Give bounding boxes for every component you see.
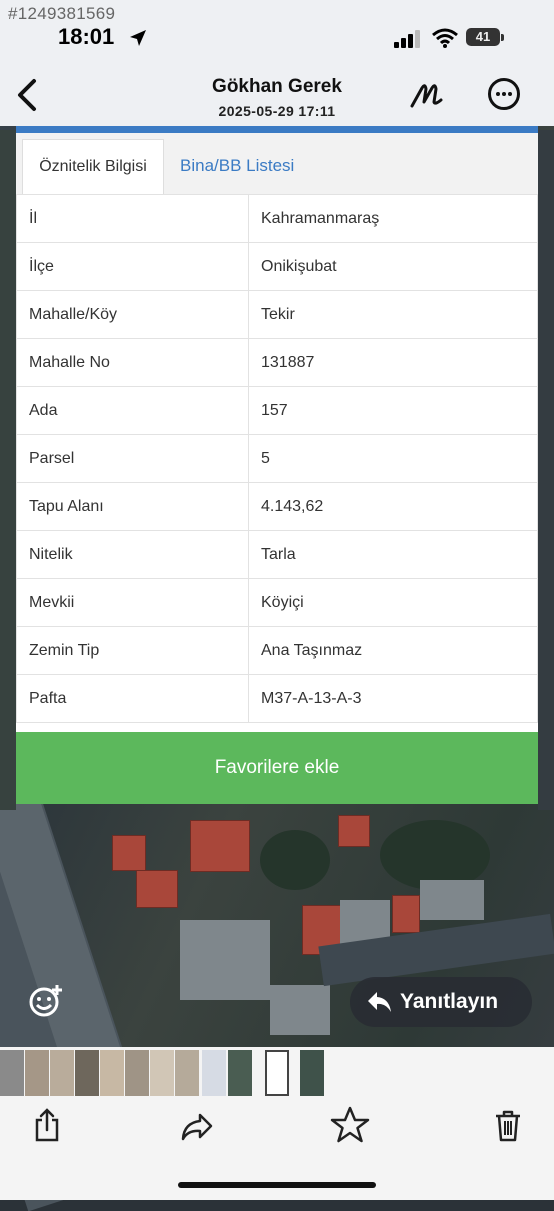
trash-icon[interactable] (494, 1110, 522, 1142)
map-building (136, 870, 178, 908)
battery-indicator: 41 (466, 28, 500, 46)
attribute-value: 157 (248, 386, 538, 435)
panel-top-border (16, 126, 538, 133)
table-row: İl Kahramanmaraş (16, 194, 538, 243)
map-building (392, 895, 420, 933)
table-row: Tapu Alanı 4.143,62 (16, 482, 538, 531)
attribute-key: Ada (16, 386, 249, 435)
tab-building-list[interactable]: Bina/BB Listesi (180, 139, 294, 193)
table-row: Mahalle No 131887 (16, 338, 538, 387)
media-thumbnail[interactable] (125, 1050, 149, 1096)
media-thumbnail-selected[interactable] (265, 1050, 289, 1096)
table-row: Mahalle/Köy Tekir (16, 290, 538, 339)
media-thumbnail[interactable] (75, 1050, 99, 1096)
share-icon[interactable] (33, 1108, 61, 1142)
attribute-value: 131887 (248, 338, 538, 387)
media-thumbnail[interactable] (175, 1050, 199, 1096)
sender-name: Gökhan Gerek (212, 76, 342, 97)
attribute-key: İl (16, 194, 249, 243)
table-row: Pafta M37-A-13-A-3 (16, 674, 538, 723)
more-options-icon[interactable] (488, 78, 520, 110)
map-edge-left (0, 130, 16, 810)
map-edge-right (538, 130, 554, 810)
markup-pen-icon[interactable] (408, 80, 444, 110)
map-building (190, 820, 250, 872)
attribute-value: Kahramanmaraş (248, 194, 538, 243)
location-arrow-icon (130, 30, 146, 46)
attribute-value: 5 (248, 434, 538, 483)
table-row: Mevkii Köyiçi (16, 578, 538, 627)
add-to-favorites-button[interactable]: Favorilere ekle (16, 732, 538, 804)
map-building (338, 815, 370, 847)
media-thumbnail[interactable] (0, 1050, 24, 1096)
map-building (180, 920, 270, 1000)
star-icon[interactable] (330, 1106, 370, 1144)
listing-watermark: #1249381569 (8, 4, 116, 23)
media-thumbnail[interactable] (25, 1050, 49, 1096)
reply-button-label: Yanıtlayın (400, 990, 499, 1013)
media-thumbnail[interactable] (100, 1050, 124, 1096)
status-time: 18:01 (58, 24, 115, 49)
attribute-value: Tarla (248, 530, 538, 579)
attribute-value: Tekir (248, 290, 538, 339)
attribute-value: Ana Taşınmaz (248, 626, 538, 675)
table-row: Zemin Tip Ana Taşınmaz (16, 626, 538, 675)
reply-arrow-icon (368, 992, 391, 1012)
cellular-signal-icon (394, 30, 420, 48)
table-row: Parsel 5 (16, 434, 538, 483)
map-building (420, 880, 484, 920)
attribute-key: Parsel (16, 434, 249, 483)
media-thumbnail-strip (0, 1047, 554, 1099)
attribute-value: Köyiçi (248, 578, 538, 627)
media-thumbnail[interactable] (150, 1050, 174, 1096)
attribute-key: Tapu Alanı (16, 482, 249, 531)
media-thumbnail[interactable] (300, 1050, 324, 1096)
attribute-value: Onikişubat (248, 242, 538, 291)
map-tree (260, 830, 330, 890)
media-thumbnail[interactable] (228, 1050, 252, 1096)
table-row: Nitelik Tarla (16, 530, 538, 579)
home-indicator (178, 1182, 376, 1188)
attribute-key: Zemin Tip (16, 626, 249, 675)
table-row: Ada 157 (16, 386, 538, 435)
message-timestamp: 2025-05-29 17:11 (218, 103, 336, 119)
forward-icon[interactable] (180, 1112, 214, 1142)
media-thumbnail[interactable] (202, 1050, 226, 1096)
attribute-key: İlçe (16, 242, 249, 291)
add-reaction-icon[interactable] (28, 983, 64, 1019)
table-row: İlçe Onikişubat (16, 242, 538, 291)
attribute-value: 4.143,62 (248, 482, 538, 531)
attribute-key: Mevkii (16, 578, 249, 627)
battery-nub (501, 34, 504, 41)
attribute-key: Mahalle No (16, 338, 249, 387)
attribute-key: Nitelik (16, 530, 249, 579)
attribute-value: M37-A-13-A-3 (248, 674, 538, 723)
map-building (112, 835, 146, 871)
attribute-key: Pafta (16, 674, 249, 723)
media-thumbnail[interactable] (50, 1050, 74, 1096)
attribute-table: İl Kahramanmaraş İlçe Onikişubat Mahalle/K… (16, 194, 538, 723)
reply-button[interactable]: Yanıtlayın (350, 977, 532, 1027)
tab-attribute-info[interactable]: Öznitelik Bilgisi (22, 139, 164, 195)
attribute-key: Mahalle/Köy (16, 290, 249, 339)
wifi-icon (432, 28, 458, 48)
map-building (270, 985, 330, 1035)
